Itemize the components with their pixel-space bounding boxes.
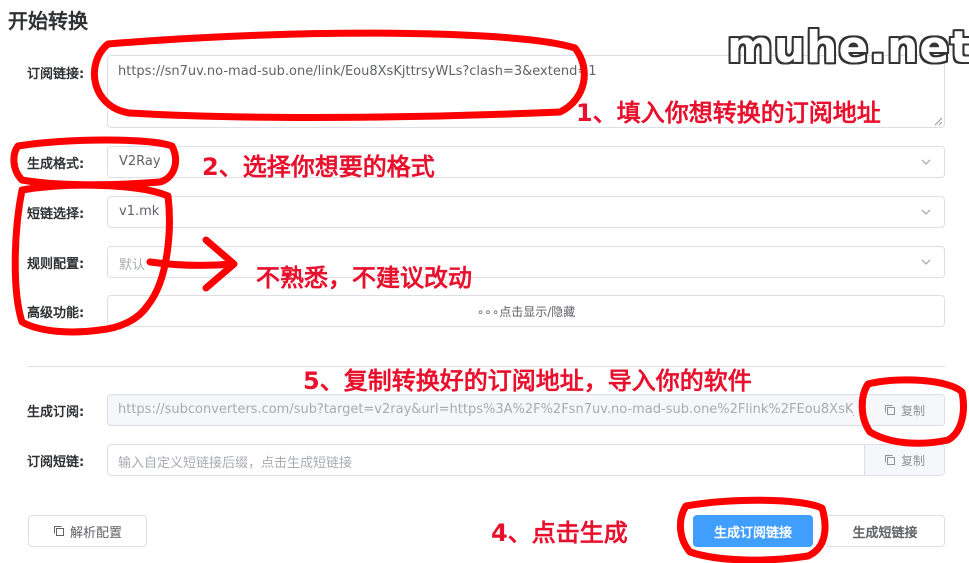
annotation-circle-options	[11, 181, 173, 336]
annotation-circle-subscription	[90, 29, 588, 121]
annotation-step4: 4、点击生成	[491, 519, 628, 547]
annotation-circle-format	[10, 136, 179, 189]
annotation-step3: 不熟悉，不建议改动	[256, 264, 472, 292]
annotation-circle-copy	[858, 376, 967, 447]
annotation-overlay	[10, 29, 967, 563]
annotation-circle-generate	[677, 496, 829, 563]
annotation-step1: 1、填入你想转换的订阅地址	[576, 99, 881, 127]
annotation-step2: 2、选择你想要的格式	[202, 153, 435, 181]
annotation-step5: 5、复制转换好的订阅地址，导入你的软件	[303, 367, 752, 395]
